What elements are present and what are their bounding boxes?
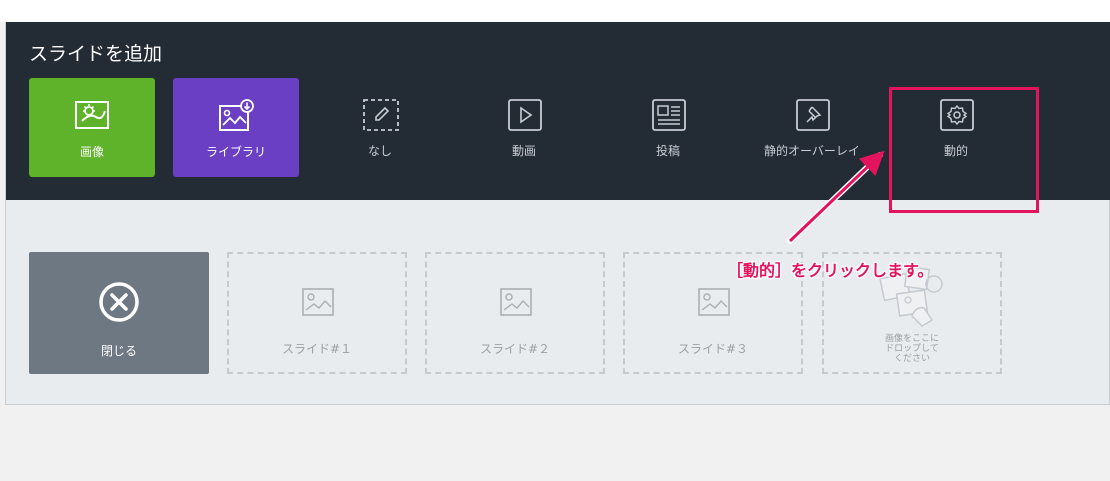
drop-zone-line: 画像をここに — [884, 334, 939, 344]
drop-zone-line: ドロップして — [885, 344, 939, 354]
image-type-button[interactable]: 画像 — [29, 78, 155, 177]
slide-tile-2[interactable]: スライド#２ — [425, 252, 605, 374]
drop-zone-label: 画像をここに ドロップして ください — [824, 334, 1000, 364]
image-placeholder-icon — [698, 288, 730, 316]
image-placeholder-icon — [500, 288, 532, 316]
option-post-label: 投稿 — [655, 144, 680, 158]
pencil-icon — [363, 99, 399, 131]
library-icon — [219, 99, 254, 131]
option-video-label: 動画 — [511, 144, 536, 158]
slide-label: スライド#１ — [281, 342, 353, 356]
add-slide-panel: スライドを追加 画像 ライブラリ なし 動画 投稿 静的オーバーレイ 動的 閉じ… — [5, 22, 1110, 405]
image-icon — [75, 101, 109, 129]
panel-title: スライドを追加 — [29, 43, 163, 65]
annotation-arrow — [787, 150, 885, 244]
image-placeholder-icon — [302, 288, 334, 316]
library-type-label: ライブラリ — [205, 145, 266, 159]
close-icon — [99, 282, 139, 322]
pin-icon — [796, 99, 830, 131]
close-label: 閉じる — [100, 344, 137, 358]
drop-zone-line: ください — [893, 354, 930, 364]
slide-tile-1[interactable]: スライド#１ — [227, 252, 407, 374]
video-icon — [508, 99, 542, 131]
slides-area: 閉じる スライド#１ スライド#２ スライド#３ 画像をここに ドロップして く… — [6, 200, 1110, 405]
slide-label: スライド#２ — [479, 342, 551, 356]
slide-label: スライド#３ — [677, 342, 749, 356]
annotation-text: ［動的］をクリックします。 — [727, 261, 934, 280]
close-tile[interactable]: 閉じる — [29, 252, 209, 374]
option-none[interactable]: なし — [320, 98, 440, 168]
top-strip — [0, 0, 1110, 22]
option-none-label: なし — [367, 144, 392, 158]
post-icon — [652, 99, 686, 131]
dynamic-highlight-box — [889, 87, 1039, 213]
option-video[interactable]: 動画 — [464, 98, 584, 168]
image-type-label: 画像 — [79, 145, 104, 159]
option-post[interactable]: 投稿 — [608, 98, 728, 168]
library-type-button[interactable]: ライブラリ — [173, 78, 299, 177]
